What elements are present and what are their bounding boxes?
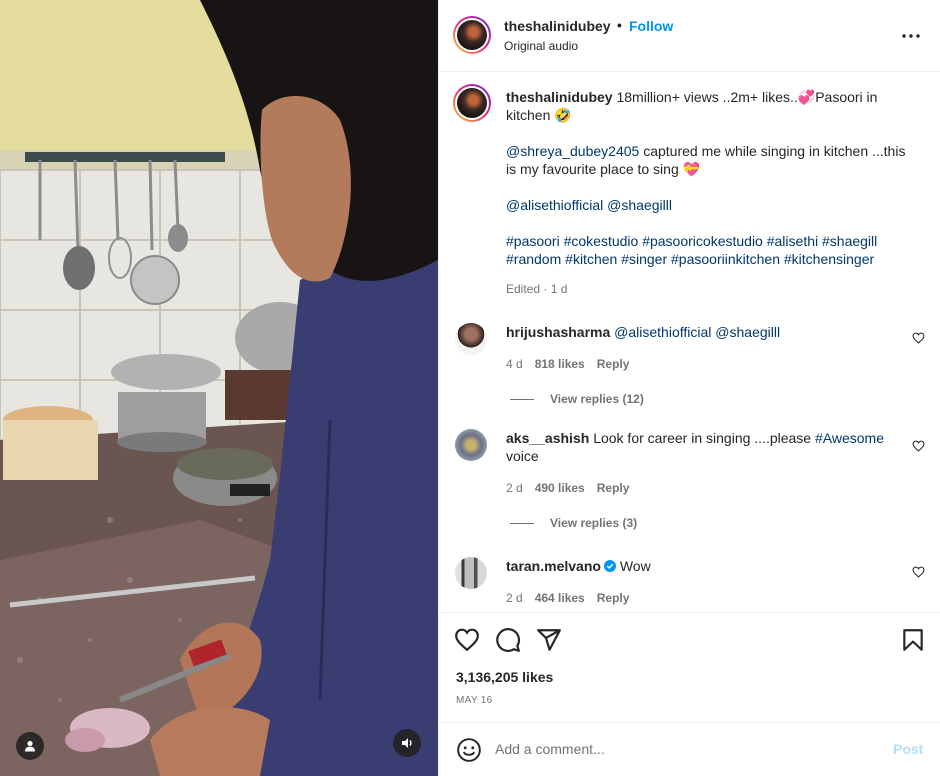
replies-divider [510, 398, 534, 400]
post-caption: theshalinidubey 18million+ views ..2m+ l… [506, 88, 916, 286]
like-comment-heart-icon[interactable] [912, 332, 925, 344]
verified-badge-icon [603, 560, 616, 572]
follow-button[interactable]: Follow [629, 18, 673, 34]
comment-body: Wow [619, 558, 651, 574]
comment-hashtag[interactable]: #Awesome [815, 430, 884, 446]
hashtag[interactable]: #pasoori [506, 233, 560, 249]
post-video[interactable] [0, 0, 438, 776]
more-options-icon[interactable] [900, 26, 922, 46]
post-comment-button[interactable]: Post [893, 741, 923, 757]
comment-likes[interactable]: 818 likes [535, 357, 585, 371]
add-comment-bar: Post [439, 722, 940, 776]
hashtag[interactable]: #singer [621, 251, 667, 267]
reply-button[interactable]: Reply [597, 591, 630, 605]
tagged-users-button[interactable] [16, 732, 44, 760]
author-username[interactable]: theshalinidubey [504, 18, 611, 34]
comment-mention[interactable]: @shaegilll [715, 324, 780, 340]
comment-time: 2 d [506, 481, 523, 495]
commenter-username[interactable]: aks__ashish [506, 430, 589, 446]
comment-meta: 4 d 818 likes Reply [506, 357, 641, 371]
view-replies-label: View replies (3) [550, 516, 638, 530]
author-avatar[interactable] [453, 16, 491, 54]
hashtag[interactable]: #random [506, 251, 561, 267]
comment-text: hrijushasharma @alisethiofficial @shaegi… [506, 323, 901, 341]
caption-mention[interactable]: @shreya_dubey2405 [506, 143, 639, 159]
caption-author-avatar[interactable] [453, 84, 491, 122]
comment-likes[interactable]: 490 likes [535, 481, 585, 495]
commenter-username[interactable]: hrijushasharma [506, 324, 610, 340]
comment-mention[interactable]: @alisethiofficial [614, 324, 711, 340]
hashtag[interactable]: #alisethi [767, 233, 818, 249]
share-icon[interactable] [536, 627, 562, 653]
caption-hashtags: #pasoori #cokestudio #pasooricokestudio … [506, 232, 916, 268]
commenter-avatar[interactable] [455, 323, 487, 355]
commenter-avatar[interactable] [455, 557, 487, 589]
commenter-username[interactable]: taran.melvano [506, 558, 601, 574]
comment-body: Look for career in singing ....please [593, 430, 812, 446]
user-icon [25, 740, 35, 752]
comment-body-end: voice [506, 448, 539, 464]
bookmark-icon[interactable] [900, 627, 926, 653]
view-replies-button[interactable]: View replies (3) [510, 516, 637, 530]
comment-time: 2 d [506, 591, 523, 605]
comment-input[interactable] [495, 735, 875, 763]
comment-likes[interactable]: 464 likes [535, 591, 585, 605]
like-comment-heart-icon[interactable] [912, 566, 925, 578]
post-side-panel: theshalinidubey • Follow Original audio … [438, 0, 940, 776]
caption-mention[interactable]: @alisethiofficial [506, 197, 603, 213]
comment-text: taran.melvano Wow [506, 557, 901, 575]
audio-toggle-button[interactable] [393, 729, 421, 757]
caption-edited-time: Edited · 1 d [506, 282, 568, 296]
comment-meta: 2 d 464 likes Reply [506, 591, 641, 605]
hashtag[interactable]: #pasooricokestudio [642, 233, 763, 249]
likes-count[interactable]: 3,136,205 likes [456, 669, 553, 685]
hashtag[interactable]: #kitchensinger [784, 251, 874, 267]
post-header: theshalinidubey • Follow Original audio [439, 0, 940, 72]
comment-icon[interactable] [495, 627, 521, 653]
video-frame-image [0, 0, 438, 776]
caption-username[interactable]: theshalinidubey [506, 89, 613, 105]
speaker-icon [402, 738, 412, 748]
post-actions-bar: 3,136,205 likes MAY 16 [439, 612, 940, 722]
comments-scroll-area[interactable]: theshalinidubey 18million+ views ..2m+ l… [439, 73, 940, 611]
view-replies-label: View replies (12) [550, 392, 644, 406]
hashtag[interactable]: #cokestudio [564, 233, 639, 249]
separator-dot: • [617, 17, 622, 33]
comment-text: aks__ashish Look for career in singing .… [506, 429, 901, 465]
hashtag[interactable]: #pasooriinkitchen [671, 251, 780, 267]
audio-link[interactable]: Original audio [504, 39, 578, 53]
view-replies-button[interactable]: View replies (12) [510, 392, 644, 406]
commenter-avatar[interactable] [455, 429, 487, 461]
hashtag[interactable]: #shaegill [822, 233, 877, 249]
caption-mention[interactable]: @shaegilll [607, 197, 672, 213]
hashtag[interactable]: #kitchen [565, 251, 617, 267]
reply-button[interactable]: Reply [597, 357, 630, 371]
like-comment-heart-icon[interactable] [912, 440, 925, 452]
reply-button[interactable]: Reply [597, 481, 630, 495]
emoji-icon[interactable] [456, 737, 482, 763]
comment-meta: 2 d 490 likes Reply [506, 481, 641, 495]
post-date: MAY 16 [456, 695, 493, 706]
heart-icon[interactable] [454, 627, 480, 653]
comment-time: 4 d [506, 357, 523, 371]
replies-divider [510, 522, 534, 524]
